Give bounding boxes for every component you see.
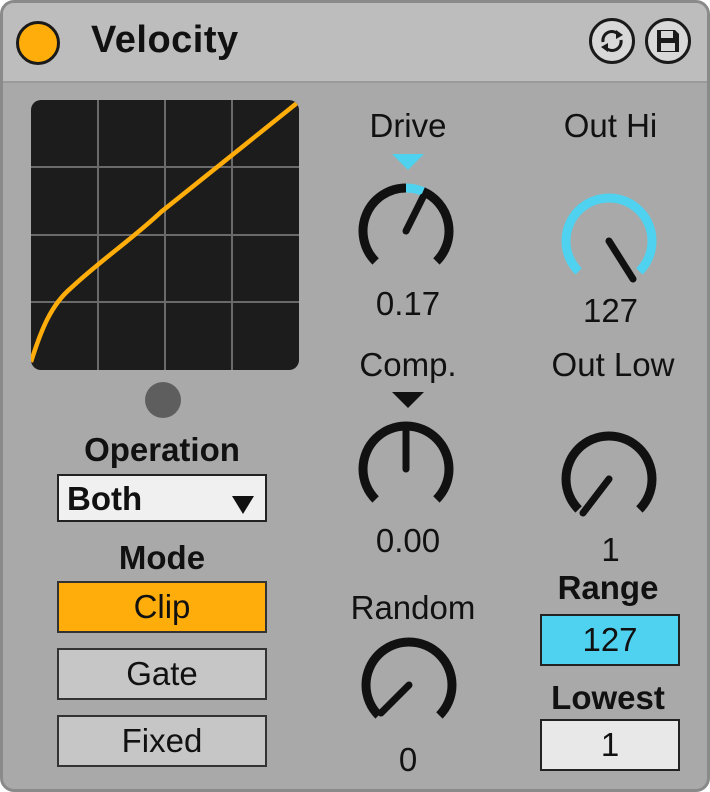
out-hi-knob[interactable] — [551, 183, 667, 299]
out-low-value[interactable]: 1 — [543, 531, 678, 569]
mode-gate-button[interactable]: Gate — [57, 648, 267, 700]
drive-label: Drive — [369, 107, 447, 144]
comp-label: Comp. — [359, 346, 457, 383]
lowest-label: Lowest — [551, 679, 665, 716]
random-value[interactable]: 0 — [333, 741, 483, 779]
mode-fixed-button[interactable]: Fixed — [57, 715, 267, 767]
comp-default-marker — [392, 392, 424, 408]
random-label: Random — [350, 589, 476, 626]
save-preset-icon[interactable] — [645, 18, 691, 64]
drive-default-marker — [392, 154, 424, 170]
comp-knob[interactable] — [348, 411, 464, 527]
power-toggle-icon[interactable] — [16, 21, 60, 65]
chevron-down-icon — [231, 486, 255, 524]
mode-label: Mode — [118, 539, 206, 576]
comp-value[interactable]: 0.00 — [333, 522, 483, 560]
velocity-device: Velocity Operation Both Mode Clip Gate F… — [0, 0, 710, 792]
mode-clip-button[interactable]: Clip — [57, 581, 267, 633]
operation-dropdown[interactable]: Both — [57, 474, 267, 522]
hot-swap-icon[interactable] — [589, 18, 635, 64]
velocity-curve-display[interactable] — [31, 100, 299, 370]
out-low-knob[interactable] — [551, 421, 667, 537]
out-hi-label: Out Hi — [563, 107, 658, 144]
lowest-number-box[interactable]: 1 — [540, 719, 680, 771]
curve-handle-dot[interactable] — [145, 382, 181, 418]
drive-knob[interactable] — [348, 173, 464, 289]
range-label: Range — [557, 569, 659, 606]
drive-value[interactable]: 0.17 — [333, 285, 483, 323]
title-bar: Velocity — [3, 3, 707, 83]
random-knob[interactable] — [351, 627, 467, 743]
operation-label: Operation — [84, 431, 240, 468]
out-hi-value[interactable]: 127 — [543, 292, 678, 330]
device-title: Velocity — [91, 19, 239, 61]
out-low-label: Out Low — [551, 346, 675, 383]
range-number-box[interactable]: 127 — [540, 614, 680, 666]
operation-selected: Both — [67, 480, 143, 517]
